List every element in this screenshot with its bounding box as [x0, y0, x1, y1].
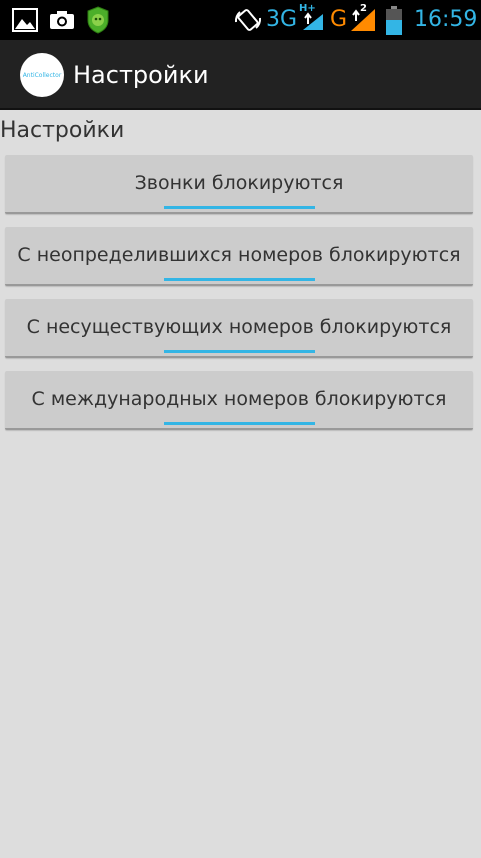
status-bar: 3G H+ G 2 16:59 — [0, 0, 481, 40]
signal-icon — [351, 9, 375, 31]
toggle-on-indicator — [164, 350, 315, 353]
shield-icon — [87, 6, 109, 34]
toggle-label: С международных номеров блокируются — [31, 388, 447, 410]
app-icon[interactable]: AntiCollector — [20, 53, 64, 97]
rotate-icon — [234, 9, 262, 31]
toggle-on-indicator — [164, 422, 315, 425]
app-icon-label: AntiCollector — [22, 71, 62, 79]
toggle-label: С неопределившихся номеров блокируются — [17, 244, 461, 266]
action-bar-title: Настройки — [73, 61, 209, 89]
network-3g-label: 3G — [266, 7, 298, 32]
section-title: Настройки — [0, 118, 125, 143]
toggle-label: С несуществующих номеров блокируются — [26, 316, 452, 338]
toggle-nonexistent-numbers-blocked[interactable]: С несуществующих номеров блокируются — [5, 299, 473, 358]
toggle-label: Звонки блокируются — [134, 172, 344, 194]
data-arrows-icon — [303, 12, 323, 30]
camera-icon — [50, 11, 74, 29]
toggle-international-numbers-blocked[interactable]: С международных номеров блокируются — [5, 371, 473, 430]
toggle-on-indicator — [164, 278, 315, 281]
network-g-label: G — [330, 7, 348, 32]
gallery-icon — [12, 8, 38, 32]
toggle-on-indicator — [164, 206, 315, 209]
toggle-calls-blocked[interactable]: Звонки блокируются — [5, 155, 473, 214]
toggle-unknown-numbers-blocked[interactable]: С неопределившихся номеров блокируются — [5, 227, 473, 286]
action-bar: AntiCollector Настройки — [0, 40, 481, 110]
battery-icon — [386, 6, 402, 35]
clock: 16:59 — [414, 7, 478, 32]
